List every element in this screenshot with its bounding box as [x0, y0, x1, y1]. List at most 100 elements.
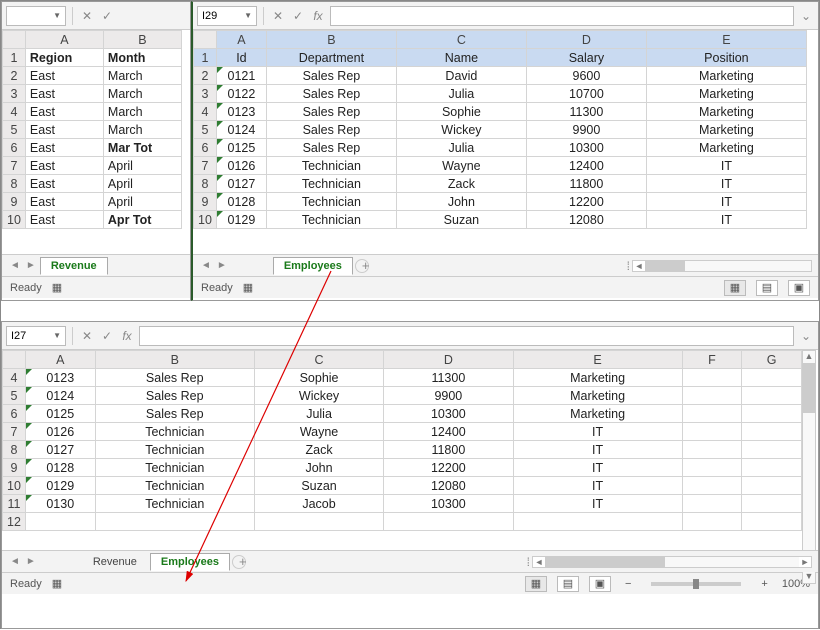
- cell[interactable]: 0130: [25, 495, 95, 513]
- cell[interactable]: [742, 513, 802, 531]
- row-header[interactable]: 10: [194, 211, 217, 229]
- row-header[interactable]: 6: [194, 139, 217, 157]
- cell[interactable]: [95, 513, 254, 531]
- cell[interactable]: Sales Rep: [266, 121, 396, 139]
- cell[interactable]: Julia: [396, 85, 526, 103]
- tab-nav-prev-icon[interactable]: ◄: [8, 260, 22, 271]
- cell[interactable]: Region: [25, 49, 103, 67]
- cell[interactable]: 9900: [526, 121, 646, 139]
- cell[interactable]: Sales Rep: [95, 405, 254, 423]
- cell[interactable]: [742, 387, 802, 405]
- cell[interactable]: [682, 369, 742, 387]
- cell[interactable]: 11300: [384, 369, 513, 387]
- grid[interactable]: ABCDE1IdDepartmentNameSalaryPosition2012…: [193, 30, 818, 254]
- row-header[interactable]: 9: [3, 459, 26, 477]
- scroll-down-icon[interactable]: ▼: [803, 571, 815, 583]
- col-header[interactable]: E: [513, 351, 682, 369]
- col-header[interactable]: B: [266, 31, 396, 49]
- row-header[interactable]: 4: [3, 369, 26, 387]
- cell[interactable]: Wayne: [396, 157, 526, 175]
- cell[interactable]: 0123: [216, 103, 266, 121]
- cell[interactable]: 0127: [25, 441, 95, 459]
- cell[interactable]: Id: [216, 49, 266, 67]
- cell[interactable]: 12080: [384, 477, 513, 495]
- cell[interactable]: IT: [513, 423, 682, 441]
- cell[interactable]: Mar Tot: [103, 139, 181, 157]
- row-header[interactable]: 10: [3, 211, 26, 229]
- col-header[interactable]: A: [25, 31, 103, 49]
- cell[interactable]: Marketing: [513, 405, 682, 423]
- add-sheet-button[interactable]: +: [232, 555, 246, 569]
- row-header[interactable]: 9: [3, 193, 26, 211]
- view-normal-icon[interactable]: ▦: [724, 280, 746, 296]
- cell[interactable]: 12200: [526, 193, 646, 211]
- cell[interactable]: [513, 513, 682, 531]
- cell[interactable]: Marketing: [646, 121, 806, 139]
- view-page-layout-icon[interactable]: ▤: [557, 576, 579, 592]
- cell[interactable]: East: [25, 67, 103, 85]
- cell[interactable]: 11300: [526, 103, 646, 121]
- cell[interactable]: 10300: [526, 139, 646, 157]
- cancel-icon[interactable]: ✕: [79, 8, 95, 24]
- scroll-up-icon[interactable]: ▲: [803, 351, 815, 363]
- cell[interactable]: [742, 423, 802, 441]
- row-header[interactable]: 2: [194, 67, 217, 85]
- cell[interactable]: Sophie: [396, 103, 526, 121]
- cell[interactable]: Julia: [254, 405, 383, 423]
- cell[interactable]: March: [103, 103, 181, 121]
- cell[interactable]: IT: [513, 477, 682, 495]
- cell[interactable]: 0128: [216, 193, 266, 211]
- cell[interactable]: East: [25, 85, 103, 103]
- row-header[interactable]: 11: [3, 495, 26, 513]
- col-header[interactable]: F: [682, 351, 742, 369]
- cell[interactable]: 10700: [526, 85, 646, 103]
- cell[interactable]: [682, 513, 742, 531]
- cell[interactable]: Sales Rep: [95, 387, 254, 405]
- cell[interactable]: IT: [646, 193, 806, 211]
- view-normal-icon[interactable]: ▦: [525, 576, 547, 592]
- cell[interactable]: [682, 423, 742, 441]
- row-header[interactable]: 3: [3, 85, 26, 103]
- row-header[interactable]: 8: [3, 175, 26, 193]
- cell[interactable]: Marketing: [646, 67, 806, 85]
- col-header[interactable]: G: [742, 351, 802, 369]
- cell[interactable]: IT: [646, 157, 806, 175]
- view-page-break-icon[interactable]: ▣: [788, 280, 810, 296]
- cell[interactable]: [682, 459, 742, 477]
- cell[interactable]: IT: [513, 495, 682, 513]
- cell[interactable]: Technician: [266, 157, 396, 175]
- row-header[interactable]: 8: [3, 441, 26, 459]
- cell[interactable]: 0125: [25, 405, 95, 423]
- tab-nav-next-icon[interactable]: ►: [24, 556, 38, 567]
- row-header[interactable]: 6: [3, 139, 26, 157]
- cell[interactable]: [742, 369, 802, 387]
- cell[interactable]: Zack: [396, 175, 526, 193]
- cell[interactable]: IT: [513, 441, 682, 459]
- row-header[interactable]: 4: [3, 103, 26, 121]
- view-page-break-icon[interactable]: ▣: [589, 576, 611, 592]
- row-header[interactable]: 9: [194, 193, 217, 211]
- row-header[interactable]: 3: [194, 85, 217, 103]
- enter-icon[interactable]: ✓: [290, 8, 306, 24]
- cell[interactable]: Julia: [396, 139, 526, 157]
- cell[interactable]: IT: [646, 211, 806, 229]
- cell[interactable]: 12400: [526, 157, 646, 175]
- cell[interactable]: [682, 477, 742, 495]
- cell[interactable]: Month: [103, 49, 181, 67]
- cell[interactable]: 12080: [526, 211, 646, 229]
- cell[interactable]: John: [254, 459, 383, 477]
- fx-icon[interactable]: fx: [310, 8, 326, 24]
- name-box[interactable]: ▼: [6, 6, 66, 26]
- horizontal-scrollbar[interactable]: ◄: [632, 260, 812, 272]
- cell[interactable]: 0128: [25, 459, 95, 477]
- cell[interactable]: [682, 405, 742, 423]
- row-header[interactable]: 8: [194, 175, 217, 193]
- cell[interactable]: Wickey: [254, 387, 383, 405]
- cell[interactable]: March: [103, 85, 181, 103]
- sheet-tab-employees[interactable]: Employees: [273, 257, 353, 275]
- row-header[interactable]: 1: [194, 49, 217, 67]
- col-header[interactable]: B: [95, 351, 254, 369]
- cell[interactable]: Marketing: [646, 103, 806, 121]
- cell[interactable]: [254, 513, 383, 531]
- cell[interactable]: Name: [396, 49, 526, 67]
